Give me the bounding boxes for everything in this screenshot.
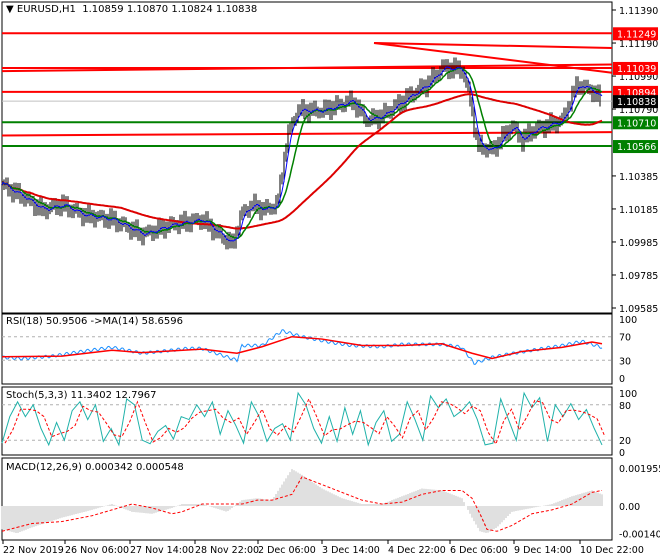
level-tag-label: 1.10838 (617, 97, 656, 108)
price-tick-label: 1.10385 (619, 172, 658, 183)
high-price: 1.10870 (126, 4, 169, 15)
macd-tick-label: -0.001409 (619, 529, 660, 540)
time-label: 4 Dec 22:00 (388, 545, 446, 556)
price-tick-label: 1.11190 (619, 39, 658, 50)
level-tag-label: 1.10566 (617, 142, 656, 153)
collapse-triangle-icon[interactable]: ▼ (6, 4, 14, 15)
stoch-tick-label: 20 (619, 436, 631, 447)
level-tag-label: 1.11039 (617, 64, 656, 75)
time-label: 9 Dec 14:00 (514, 545, 572, 556)
symbol-timeframe: EURUSD,H1 (16, 4, 76, 15)
macd-tick-label: 0.001955 (619, 464, 660, 475)
stoch-label: Stoch(5,3,3) 11.3402 12.7967 (6, 390, 157, 401)
macd-tick-label: 0.00 (619, 502, 640, 513)
stoch-tick-label: 80 (619, 401, 631, 412)
low-price: 1.10824 (171, 4, 213, 15)
price-tick-label: 1.11390 (619, 6, 658, 17)
main-price-panel (1, 1, 613, 314)
time-label: 2 Dec 06:00 (258, 545, 316, 556)
stoch-tick-label: 0 (619, 448, 625, 459)
chart-canvas[interactable]: 1.113901.111901.109901.107901.103851.101… (0, 0, 660, 560)
symbol-header: ▼ EURUSD,H1 1.10859 1.10870 1.10824 1.10… (6, 4, 257, 15)
level-tag-label: 1.11249 (617, 29, 656, 40)
time-label: 22 Nov 2019 (3, 545, 64, 556)
time-label: 28 Nov 22:00 (195, 545, 259, 556)
time-label: 27 Nov 14:00 (130, 545, 194, 556)
time-label: 26 Nov 06:00 (65, 545, 129, 556)
price-tick-label: 1.10185 (619, 205, 658, 216)
rsi-tick-label: 30 (619, 356, 631, 367)
close-price: 1.10838 (215, 4, 258, 15)
rsi-label: RSI(18) 50.9506 ->MA(14) 58.6596 (6, 316, 183, 327)
macd-label: MACD(12,26,9) 0.000342 0.000548 (6, 462, 184, 473)
price-tick-label: 1.09785 (619, 271, 658, 282)
open-price: 1.10859 (82, 4, 124, 15)
level-tag-label: 1.10710 (617, 118, 656, 129)
price-tick-label: 1.09585 (619, 304, 658, 315)
time-label: 10 Dec 22:00 (580, 545, 644, 556)
stoch-tick-label: 100 (619, 389, 637, 400)
rsi-tick-label: 100 (619, 315, 637, 326)
mt4-chart-window: 1.11390 1.11190 1.10990 1.10790 1.10385 1.101… (0, 0, 660, 560)
rsi-tick-label: 0 (619, 374, 625, 385)
rsi-tick-label: 70 (619, 333, 631, 344)
price-tick-label: 1.09985 (619, 238, 658, 249)
time-label: 6 Dec 06:00 (450, 545, 508, 556)
time-label: 3 Dec 14:00 (322, 545, 380, 556)
